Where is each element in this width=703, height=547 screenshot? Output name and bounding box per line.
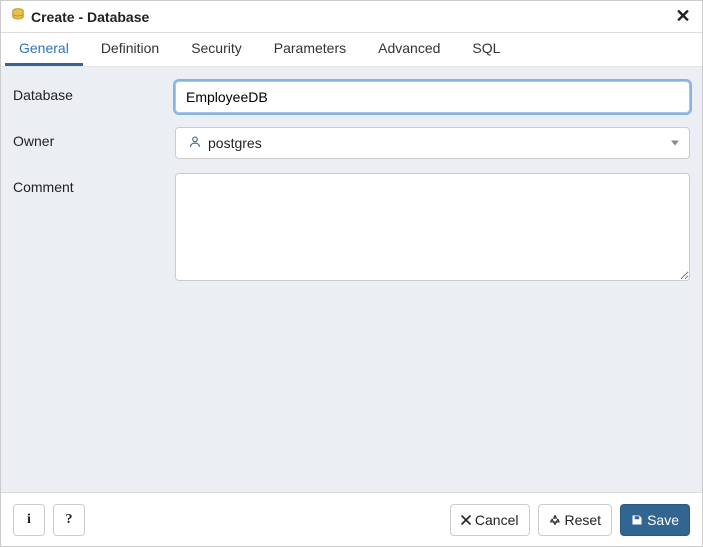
row-comment: Comment [13,173,690,284]
label-comment: Comment [13,173,175,195]
close-icon [461,515,471,525]
label-owner: Owner [13,127,175,149]
reset-button[interactable]: Reset [538,504,613,536]
owner-select[interactable]: postgres [175,127,690,159]
close-icon[interactable]: ✕ [674,6,692,27]
tab-panel-general: Database Owner postgres Comment [1,67,702,492]
tab-definition[interactable]: Definition [87,32,173,66]
save-label: Save [647,512,679,528]
owner-value: postgres [208,135,262,151]
save-icon [631,514,643,526]
tab-bar: General Definition Security Parameters A… [1,33,702,67]
dialog-title: Create - Database [31,9,674,25]
user-icon [188,135,202,152]
database-icon [11,8,25,25]
tab-parameters[interactable]: Parameters [260,32,360,66]
database-input[interactable] [175,81,690,113]
tab-general[interactable]: General [5,32,83,66]
cancel-button[interactable]: Cancel [450,504,530,536]
label-database: Database [13,81,175,103]
info-button[interactable]: i [13,504,45,536]
save-button[interactable]: Save [620,504,690,536]
tab-security[interactable]: Security [177,32,256,66]
row-owner: Owner postgres [13,127,690,159]
titlebar: Create - Database ✕ [1,1,702,33]
help-button[interactable]: ? [53,504,85,536]
help-icon: ? [66,512,73,528]
recycle-icon [549,514,561,526]
tab-sql[interactable]: SQL [458,32,514,66]
cancel-label: Cancel [475,512,519,528]
reset-label: Reset [565,512,602,528]
create-database-dialog: Create - Database ✕ General Definition S… [0,0,703,547]
row-database: Database [13,81,690,113]
footer: i ? Cancel Reset [1,492,702,546]
tab-advanced[interactable]: Advanced [364,32,454,66]
chevron-down-icon [671,141,679,146]
comment-textarea[interactable] [175,173,690,281]
info-icon: i [27,512,31,528]
